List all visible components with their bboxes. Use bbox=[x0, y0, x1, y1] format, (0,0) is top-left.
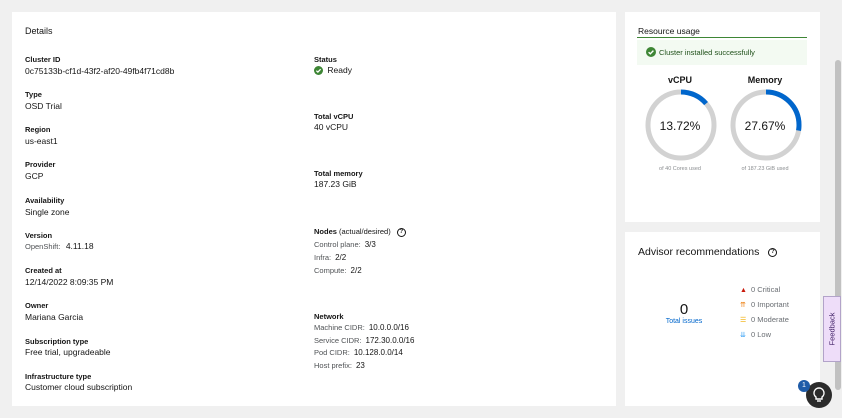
cluster-id-value: 0c75133b-cf1d-43f2-af20-49fb4f71cd8b bbox=[25, 66, 175, 76]
advisor-recommendations-card: Advisor recommendations ? 0 Total issues… bbox=[625, 232, 820, 406]
severity-important[interactable]: ⇈ 0 Important bbox=[740, 300, 789, 309]
memory-percent: 27.67% bbox=[744, 119, 786, 133]
total-vcpu-value: 40 vCPU bbox=[314, 122, 349, 132]
subscription-type-value: Free trial, upgradeable bbox=[25, 347, 111, 357]
moderate-icon: ☰ bbox=[740, 317, 747, 324]
nodes-row-key: Infra: bbox=[314, 253, 332, 262]
network-row-key: Service CIDR: bbox=[314, 336, 362, 345]
nodes-row-value: 2/2 bbox=[335, 253, 347, 262]
nodes-label-suffix: (actual/desired) bbox=[339, 227, 391, 236]
help-icon[interactable]: ? bbox=[396, 227, 406, 237]
nodes-row-compute: Compute: 2/2 bbox=[314, 266, 362, 275]
region-label: Region bbox=[25, 125, 51, 134]
version-value: OpenShift: 4.11.18 bbox=[25, 241, 94, 251]
total-issues-count[interactable]: 0 bbox=[670, 301, 698, 318]
openshift-version: 4.11.18 bbox=[65, 241, 94, 251]
region-value: us-east1 bbox=[25, 136, 58, 146]
availability-value: Single zone bbox=[25, 207, 70, 217]
network-row-machine-cidr: Machine CIDR: 10.0.0.0/16 bbox=[314, 323, 409, 332]
critical-icon: ▲ bbox=[740, 287, 747, 294]
nodes-row-key: Control plane: bbox=[314, 240, 361, 249]
vcpu-title: vCPU bbox=[667, 75, 692, 85]
network-row-value: 172.30.0.0/16 bbox=[365, 336, 415, 345]
important-icon: ⇈ bbox=[740, 302, 746, 309]
network-row-value: 10.128.0.0/14 bbox=[353, 348, 403, 357]
network-row-service-cidr: Service CIDR: 172.30.0.0/16 bbox=[314, 336, 414, 345]
status-value: Ready bbox=[314, 65, 352, 76]
memory-title: Memory bbox=[747, 75, 783, 85]
total-issues-link[interactable]: Total issues bbox=[657, 318, 711, 325]
created-at-label: Created at bbox=[25, 266, 62, 275]
severity-critical[interactable]: ▲ 0 Critical bbox=[740, 285, 780, 294]
notification-badge: 1 bbox=[798, 380, 810, 392]
nodes-label-text: Nodes bbox=[314, 227, 337, 236]
memory-caption: of 187.23 GiB used bbox=[741, 166, 789, 172]
help-icon[interactable]: ? bbox=[768, 247, 778, 257]
infrastructure-type-value: Customer cloud subscription bbox=[25, 382, 133, 392]
severity-low[interactable]: ⇊ 0 Low bbox=[740, 330, 771, 339]
network-row-value: 23 bbox=[355, 361, 365, 370]
severity-label: 0 Critical bbox=[751, 285, 781, 294]
severity-label: 0 Important bbox=[751, 300, 789, 309]
provider-label: Provider bbox=[25, 160, 56, 169]
resource-usage-card: Resource usage Cluster installed success… bbox=[625, 12, 820, 222]
nodes-row-key: Compute: bbox=[314, 266, 347, 275]
version-label: Version bbox=[25, 231, 53, 240]
success-alert: Cluster installed successfully bbox=[637, 40, 807, 65]
nodes-label: Nodes (actual/desired) ? bbox=[314, 227, 406, 237]
severity-label: 0 Low bbox=[751, 330, 772, 339]
severity-label: 0 Moderate bbox=[751, 315, 789, 324]
status-label: Status bbox=[314, 55, 337, 64]
alert-text: Cluster installed successfully bbox=[659, 48, 755, 57]
severity-moderate[interactable]: ☰ 0 Moderate bbox=[740, 315, 789, 324]
openshift-label: OpenShift: bbox=[25, 242, 61, 251]
nodes-row-value: 2/2 bbox=[350, 266, 362, 275]
check-circle-icon bbox=[314, 66, 323, 76]
total-memory-label: Total memory bbox=[314, 169, 363, 178]
vcpu-caption: of 40 Cores used bbox=[659, 166, 701, 172]
details-title: Details bbox=[25, 26, 53, 36]
low-icon: ⇊ bbox=[740, 332, 746, 339]
resource-usage-title: Resource usage bbox=[638, 26, 700, 36]
network-row-key: Host prefix: bbox=[314, 361, 352, 370]
nodes-row-control-plane: Control plane: 3/3 bbox=[314, 240, 376, 249]
status-text: Ready bbox=[327, 65, 352, 75]
nodes-row-value: 3/3 bbox=[364, 240, 376, 249]
advisor-title: Advisor recommendations ? bbox=[638, 246, 778, 258]
type-value: OSD Trial bbox=[25, 101, 62, 111]
cluster-id-label: Cluster ID bbox=[25, 55, 61, 64]
nodes-row-infra: Infra: 2/2 bbox=[314, 253, 346, 262]
network-row-key: Machine CIDR: bbox=[314, 323, 365, 332]
infrastructure-type-label: Infrastructure type bbox=[25, 372, 92, 381]
type-label: Type bbox=[25, 90, 42, 99]
created-at-value: 12/14/2022 8:09:35 PM bbox=[25, 277, 114, 287]
subscription-type-label: Subscription type bbox=[25, 337, 89, 346]
network-label: Network bbox=[314, 312, 344, 321]
availability-label: Availability bbox=[25, 196, 65, 205]
network-row-pod-cidr: Pod CIDR: 10.128.0.0/14 bbox=[314, 348, 403, 357]
advisor-title-text: Advisor recommendations bbox=[638, 246, 760, 258]
network-row-key: Pod CIDR: bbox=[314, 348, 350, 357]
feedback-label: Feedback bbox=[827, 312, 837, 346]
total-vcpu-label: Total vCPU bbox=[314, 112, 354, 121]
network-row-host-prefix: Host prefix: 23 bbox=[314, 361, 365, 370]
vcpu-percent: 13.72% bbox=[659, 119, 701, 133]
owner-value: Mariana Garcia bbox=[25, 312, 84, 322]
provider-value: GCP bbox=[25, 171, 44, 181]
total-memory-value: 187.23 GiB bbox=[314, 179, 357, 189]
owner-label: Owner bbox=[25, 301, 49, 310]
resource-usage-divider bbox=[637, 37, 807, 38]
network-row-value: 10.0.0.0/16 bbox=[368, 323, 409, 332]
check-circle-icon bbox=[646, 47, 656, 57]
details-card: Details Cluster ID 0c75133b-cf1d-43f2-af… bbox=[12, 12, 616, 406]
feedback-tab[interactable]: Feedback bbox=[823, 296, 841, 362]
